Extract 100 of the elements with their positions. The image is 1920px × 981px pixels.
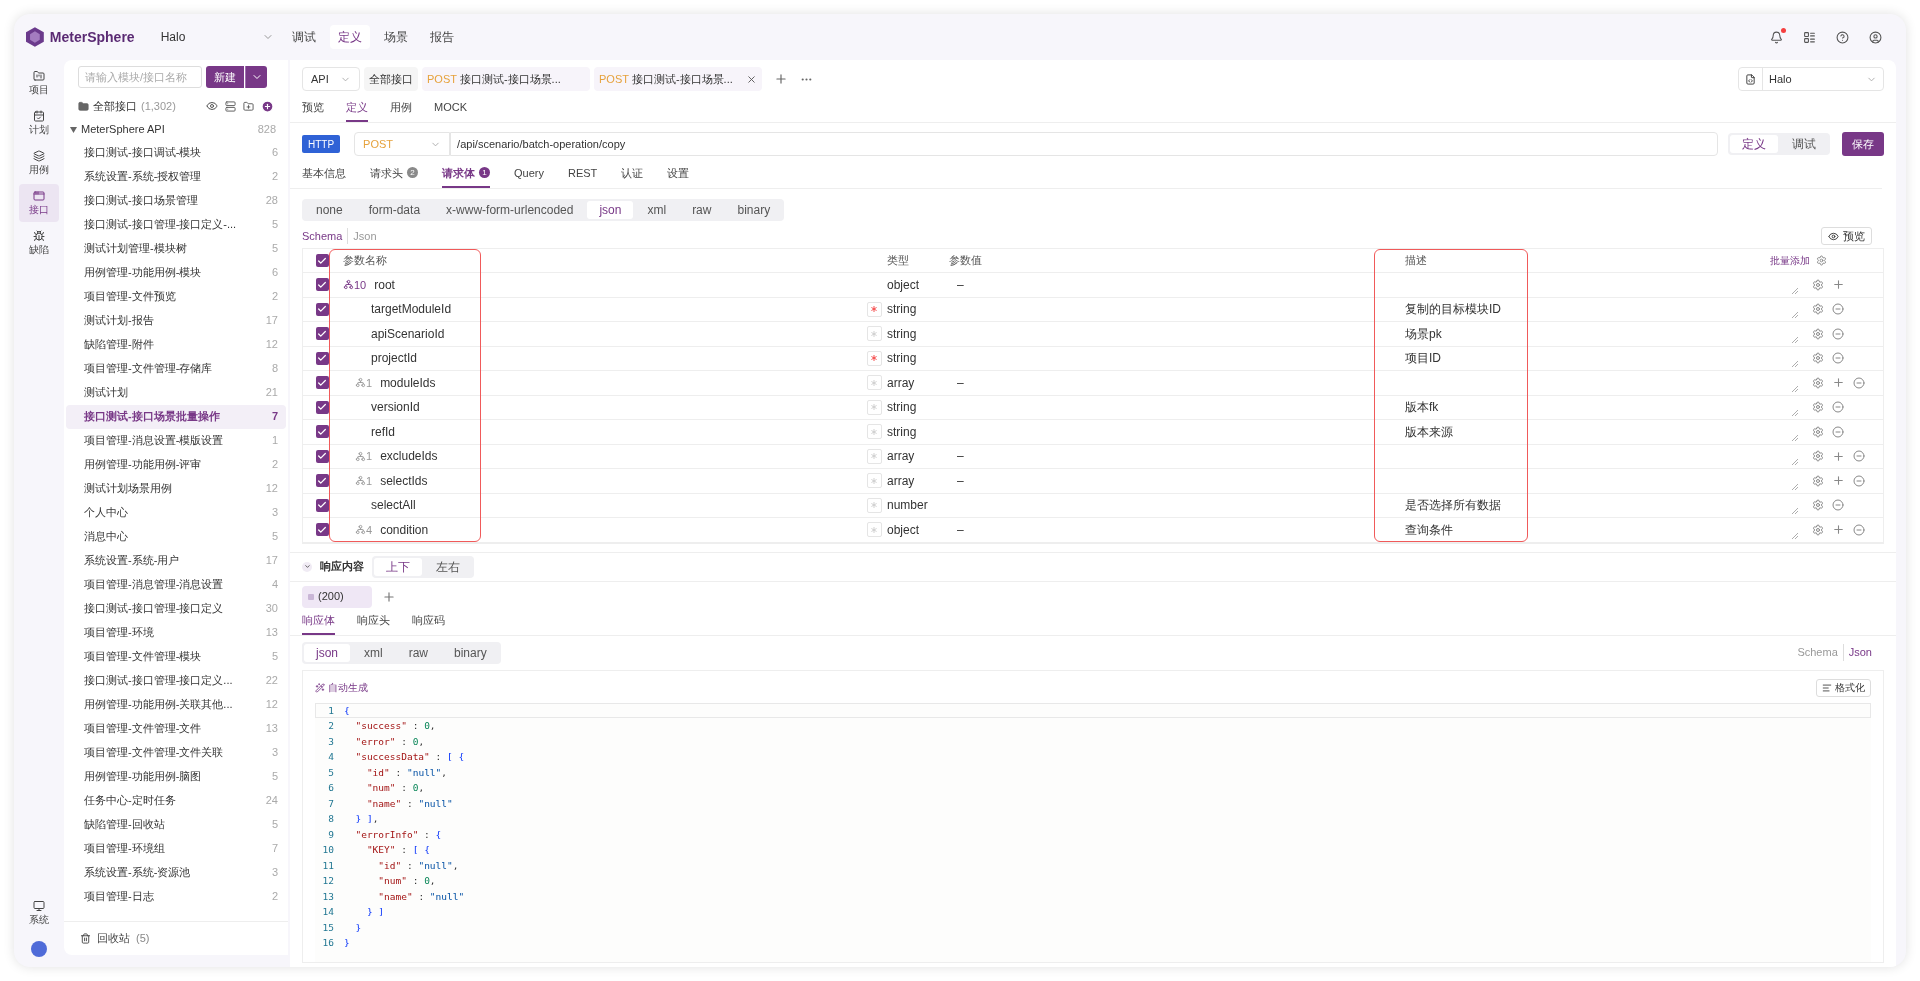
segment-option[interactable]: xml [635,201,679,219]
response-tab[interactable]: 响应体 [302,612,335,635]
nav-tab[interactable]: 调试 [284,25,324,49]
batch-add-link[interactable]: 批量添加 [1770,253,1810,268]
required-toggle[interactable] [866,522,882,538]
tree-item[interactable]: 用例管理-功能用例-评审 2 [66,452,286,477]
tree-item[interactable]: 测试计划场景用例 12 [66,476,286,501]
tree-item[interactable]: 测试计划管理-模块树 5 [66,236,286,261]
settings-icon[interactable] [1812,499,1824,512]
remove-icon[interactable] [1832,425,1844,438]
add-response-icon[interactable] [382,589,396,604]
resize-handle-icon[interactable] [1792,312,1798,318]
checkbox[interactable] [315,327,329,341]
required-toggle[interactable] [866,350,882,366]
add-icon[interactable] [1832,278,1845,292]
tree-item[interactable]: 接口测试-接口场景批量操作 7 [66,404,286,429]
segment-option[interactable]: binary [725,201,783,219]
resize-handle-icon[interactable] [1792,434,1798,441]
remove-icon[interactable] [1832,327,1844,340]
recycle-bin-label[interactable]: 回收站 [97,930,130,947]
tree-item[interactable]: 用例管理-功能用例-模块 6 [66,260,286,285]
tree-item[interactable]: 缺陷管理-回收站 5 [66,812,286,837]
required-toggle[interactable] [866,326,882,342]
tree-item[interactable]: 测试计划 21 [66,380,286,405]
remove-icon[interactable] [1832,401,1844,414]
add-folder-icon[interactable] [243,100,254,112]
tree-item[interactable]: 系统设置-系统-资源池 3 [66,860,286,885]
resize-handle-icon[interactable] [1792,508,1798,514]
tree-item[interactable]: 消息中心 5 [66,524,286,549]
tree-item[interactable]: 系统设置-系统-用户 17 [66,548,286,573]
nav-tab[interactable]: 报告 [422,25,462,49]
checkbox[interactable] [315,474,329,488]
remove-icon[interactable] [1832,352,1844,365]
tree-item[interactable]: 项目管理-文件管理-文件关联 3 [66,740,286,765]
rail-item[interactable]: 项目 [19,64,59,102]
format-button[interactable]: 格式化 [1816,678,1871,697]
resize-handle-icon[interactable] [1792,336,1798,343]
tree-item[interactable]: 系统设置-系统-授权管理 2 [66,164,286,189]
request-tab[interactable]: Query [514,164,544,188]
response-tab[interactable]: 响应头 [357,612,390,635]
checkbox[interactable] [315,351,329,365]
tree-item[interactable]: 项目管理-环境 13 [66,620,286,645]
settings-icon[interactable] [1812,376,1824,389]
search-field[interactable]: 请输入模块/接口名称 [78,66,202,88]
rail-item[interactable]: 系统 [29,900,49,927]
segment-option[interactable]: form-data [356,201,433,219]
checkbox[interactable] [315,498,329,512]
save-button[interactable]: 保存 [1842,132,1884,156]
tree-item[interactable]: 用例管理-功能用例-关联其他... 12 [66,692,286,717]
required-toggle[interactable] [866,375,882,391]
required-toggle[interactable] [866,497,882,513]
settings-icon[interactable] [1812,303,1824,316]
rail-item[interactable]: 计划 [19,104,59,142]
tree-item[interactable]: 项目管理-文件管理-存储库 8 [66,356,286,381]
all-apis-label[interactable]: 全部接口 [93,98,137,115]
definition-tab[interactable]: 预览 [302,98,324,122]
resize-handle-icon[interactable] [1792,385,1798,392]
expand-caret-icon[interactable] [70,126,77,133]
tree-item[interactable]: 项目管理-文件预览 2 [66,284,286,309]
nav-tab[interactable]: 场景 [376,25,416,49]
response-code-tab[interactable]: (200) [302,585,372,608]
tree-item[interactable]: 接口测试-接口管理-接口定义 30 [66,596,286,621]
response-tab[interactable]: 响应码 [412,612,445,635]
request-tab[interactable]: 认证 [621,164,644,188]
settings-icon[interactable] [1812,474,1824,487]
segment-option[interactable]: none [304,201,355,219]
add-icon[interactable] [1832,523,1845,537]
tree-item[interactable]: 接口测试-接口管理-接口定义... 22 [66,668,286,693]
checkbox[interactable] [315,449,329,463]
resize-handle-icon[interactable] [1792,459,1798,465]
remove-icon[interactable] [1853,523,1865,536]
api-tab[interactable]: POST 接口测试-接口场景... [594,67,762,91]
type-select[interactable]: API [302,67,360,91]
remove-icon[interactable] [1832,499,1844,512]
required-toggle[interactable] [866,448,882,464]
definition-tab[interactable]: MOCK [434,98,467,122]
segment-option[interactable]: json [587,201,634,219]
tree-item[interactable]: 项目管理-文件管理-模块 5 [66,644,286,669]
settings-icon[interactable] [1812,401,1824,414]
checkbox[interactable] [315,425,329,439]
required-toggle[interactable] [866,424,882,440]
remove-icon[interactable] [1832,303,1844,316]
tree-item[interactable]: 接口测试-接口调试-模块 6 [66,140,286,165]
notification-bell-icon[interactable] [1770,30,1783,44]
tree-item[interactable]: 项目管理-文件管理-文件 13 [66,716,286,741]
tree-item[interactable]: 接口测试-接口管理-接口定义-... 5 [66,212,286,237]
add-icon[interactable] [1832,474,1845,488]
eye-icon[interactable] [206,100,218,113]
view-toggle-option[interactable]: Schema [302,227,343,245]
required-toggle[interactable] [866,473,882,489]
resize-handle-icon[interactable] [1792,532,1798,539]
segment-option[interactable]: 定义 [1730,135,1778,153]
segment-option[interactable]: xml [352,643,395,662]
remove-icon[interactable] [1853,474,1865,487]
settings-icon[interactable] [1812,278,1824,291]
resize-handle-icon[interactable] [1792,410,1798,416]
add-icon[interactable] [1832,376,1845,390]
segment-option[interactable]: 上下 [374,557,422,576]
request-tab[interactable]: REST [567,164,598,188]
project-select[interactable]: Halo [160,28,274,46]
